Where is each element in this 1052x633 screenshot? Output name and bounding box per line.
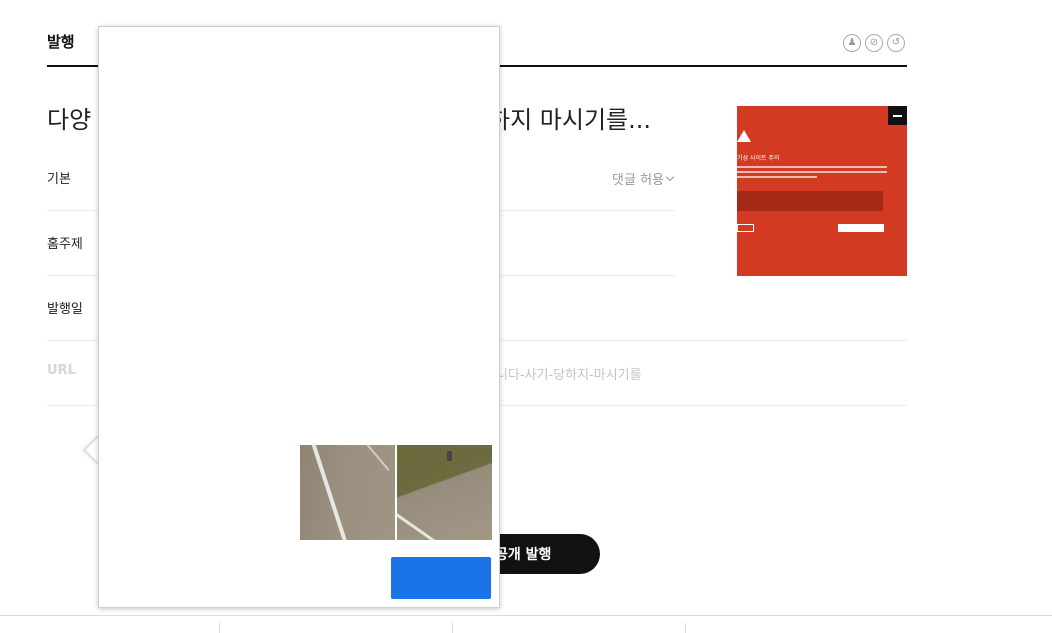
- roadside-post: [447, 451, 452, 461]
- no-money-icon[interactable]: ⊘: [865, 34, 883, 52]
- history-icon[interactable]: ↺: [887, 34, 905, 52]
- verify-button[interactable]: [391, 557, 491, 599]
- url-label: URL: [47, 363, 76, 378]
- thumbnail-text-line: [737, 166, 887, 168]
- thumbnail-info-box: [737, 191, 883, 211]
- header-icon-group: ♟ ⊘ ↺: [843, 34, 905, 52]
- url-value[interactable]: 습니다-사기-당하지-마시기를: [484, 364, 642, 383]
- topic-label: 홈주제: [47, 237, 83, 252]
- thumbnail-remove-icon[interactable]: [888, 106, 907, 125]
- thumbnail-back-button: [838, 224, 884, 232]
- accessibility-icon[interactable]: ♟: [843, 34, 861, 52]
- post-title-tail: 하지 마시기를...: [488, 106, 651, 134]
- basic-label: 기본: [47, 172, 71, 187]
- thumbnail-text-line: [737, 176, 817, 178]
- post-title-start: 다양: [47, 106, 92, 134]
- date-label: 발행일: [47, 302, 83, 317]
- road-marking: [309, 445, 351, 540]
- thumbnail-text-line: [737, 171, 887, 173]
- page-title: 발행: [47, 33, 75, 51]
- footer-divider: [0, 615, 1052, 616]
- warning-icon: [737, 130, 751, 142]
- road-marking: [397, 481, 467, 540]
- thumbnail-details-button: [737, 224, 754, 232]
- chevron-down-icon: [665, 172, 675, 181]
- comment-permission-label: 댓글 허용: [612, 173, 664, 188]
- captcha-image-tile[interactable]: [300, 445, 395, 540]
- footer-tick: [685, 623, 686, 633]
- footer-tick: [219, 623, 220, 633]
- road-marking: [362, 445, 390, 471]
- captcha-popup: [98, 26, 500, 608]
- captcha-image-tile[interactable]: [397, 445, 492, 540]
- thumbnail-preview[interactable]: 기성 사이트 주의: [737, 106, 907, 276]
- comment-permission-dropdown[interactable]: 댓글 허용: [612, 169, 675, 188]
- footer-tick: [452, 623, 453, 633]
- thumbnail-warning-title: 기성 사이트 주의: [737, 155, 780, 162]
